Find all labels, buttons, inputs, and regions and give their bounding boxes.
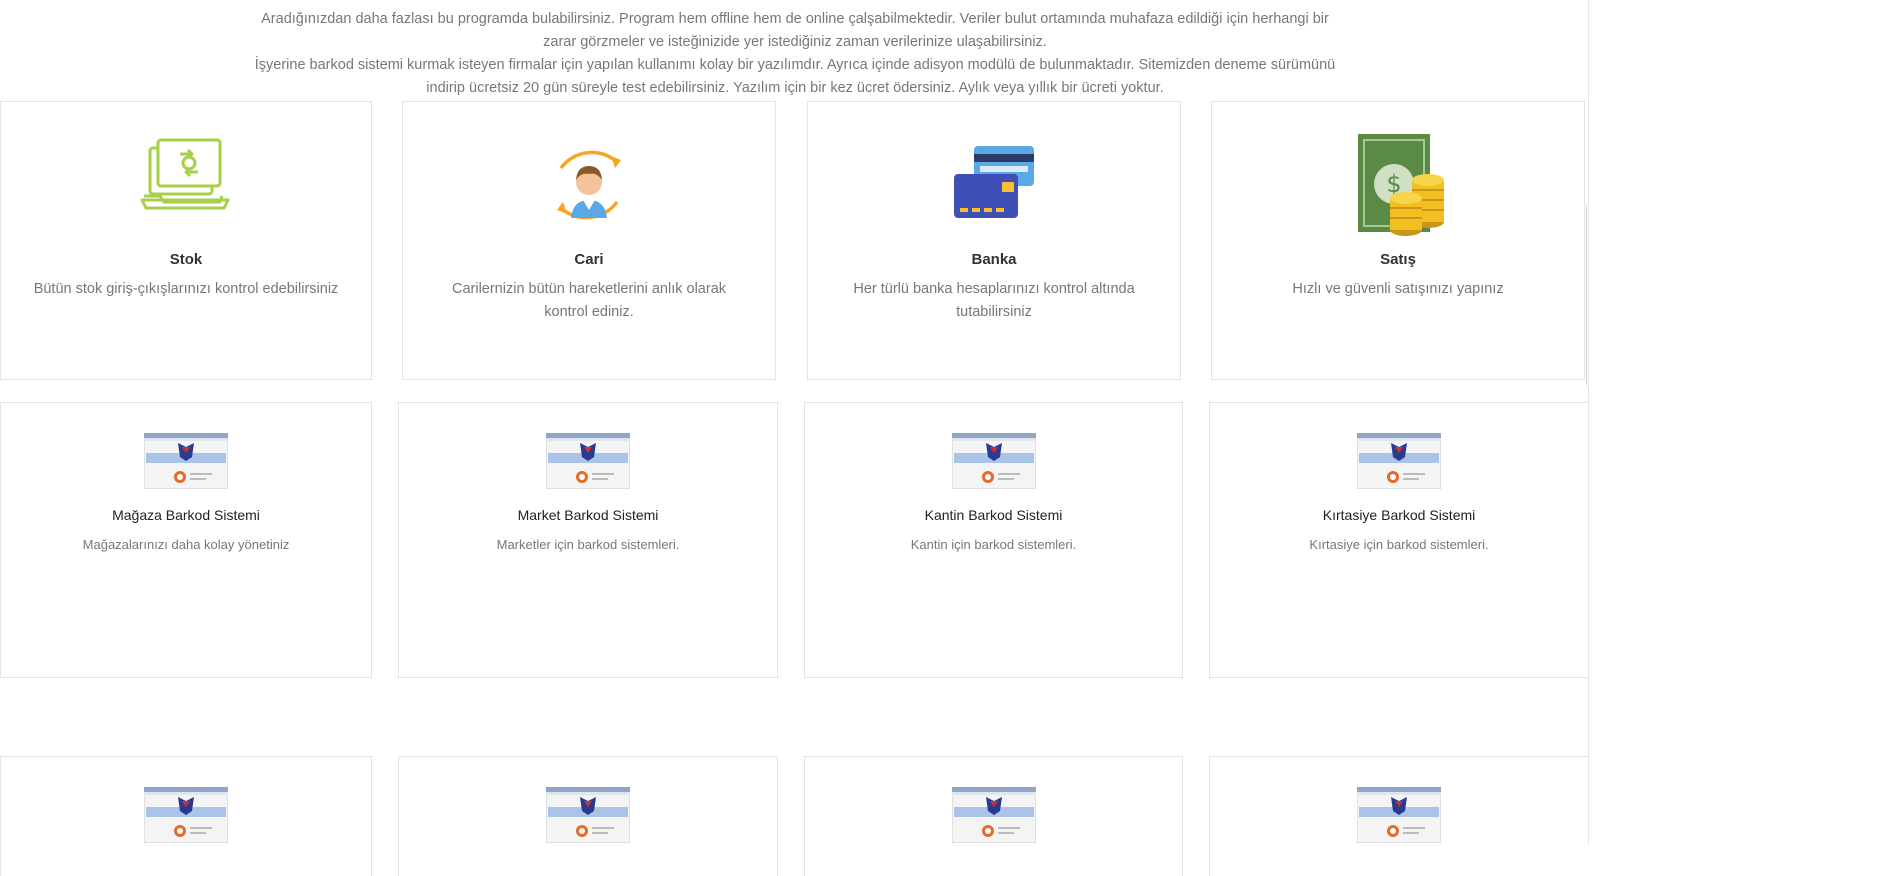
feature-title: Satış <box>1380 251 1416 268</box>
person-cycle-icon <box>539 130 639 240</box>
product-description: Marketler için barkod sistemleri. <box>496 537 680 552</box>
feature-description: Bütün stok giriş-çıkışlarınızı kontrol e… <box>33 281 339 297</box>
product-title: Kırtasiye Barkod Sistemi <box>1322 507 1476 523</box>
product-screenshot-thumbnail <box>1356 786 1442 844</box>
intro-line: indirip ücretsiz 20 gün süreyle test ede… <box>426 80 1164 96</box>
feature-description: Hızlı ve güvenli satışınızı yapınız <box>1292 281 1504 297</box>
product-card-magaza[interactable]: Mağaza Barkod Sistemi Mağazalarınızı dah… <box>0 402 372 678</box>
product-description: Kantin için barkod sistemleri. <box>910 537 1077 552</box>
product-card[interactable] <box>1209 756 1588 876</box>
feature-title: Banka <box>971 251 1017 268</box>
product-screenshot-thumbnail <box>143 432 229 490</box>
feature-card-cari[interactable]: Cari Carilernizin bütün hareketlerini an… <box>402 101 776 380</box>
product-card-kantin[interactable]: Kantin Barkod Sistemi Kantin için barkod… <box>804 402 1183 678</box>
product-screenshot-thumbnail <box>143 786 229 844</box>
product-card[interactable] <box>804 756 1183 876</box>
product-title: Market Barkod Sistemi <box>517 507 659 523</box>
product-card-kirtasiye[interactable]: Kırtasiye Barkod Sistemi Kırtasiye için … <box>1209 402 1588 678</box>
page-edge-divider <box>1586 205 1587 385</box>
intro-line: zarar görzmeler ve isteğinizide yer iste… <box>543 34 1047 50</box>
product-card[interactable] <box>398 756 778 876</box>
feature-title: Cari <box>574 251 604 268</box>
page-content: Aradığınızdan daha fazlası bu programda … <box>0 0 1589 876</box>
product-title: Kantin Barkod Sistemi <box>924 507 1063 523</box>
feature-card-stok[interactable]: Stok Bütün stok giriş-çıkışlarınızı kont… <box>0 101 372 380</box>
money-coins-icon: $ <box>1348 130 1448 240</box>
product-screenshot-thumbnail <box>545 786 631 844</box>
feature-description: Carilernizin bütün hareketlerini anlık o… <box>451 281 727 320</box>
product-screenshot-thumbnail <box>951 786 1036 844</box>
feature-description: Her türlü banka hesaplarınızı kontrol al… <box>853 281 1135 320</box>
feature-card-satis[interactable]: $ Satış Hızlı ve güvenli satışınızı yapı… <box>1211 101 1585 380</box>
laptop-exchange-icon <box>136 130 236 240</box>
product-card-market[interactable]: Market Barkod Sistemi Marketler için bar… <box>398 402 778 678</box>
product-description: Mağazalarınızı daha kolay yönetiniz <box>82 537 290 552</box>
credit-card-icon <box>944 130 1044 240</box>
product-description: Kırtasiye için barkod sistemleri. <box>1309 537 1489 552</box>
product-screenshot-thumbnail <box>545 432 631 490</box>
intro-line: İşyerine barkod sistemi kurmak isteyen f… <box>254 57 1336 73</box>
product-title: Mağaza Barkod Sistemi <box>112 507 260 523</box>
intro-text: Aradığınızdan daha fazlası bu programda … <box>230 8 1360 100</box>
feature-card-banka[interactable]: Banka Her türlü banka hesaplarınızı kont… <box>807 101 1181 380</box>
intro-line: Aradığınızdan daha fazlası bu programda … <box>261 11 1329 27</box>
product-screenshot-thumbnail <box>951 432 1036 490</box>
product-screenshot-thumbnail <box>1356 432 1442 490</box>
product-card[interactable] <box>0 756 372 876</box>
feature-title: Stok <box>169 251 203 268</box>
